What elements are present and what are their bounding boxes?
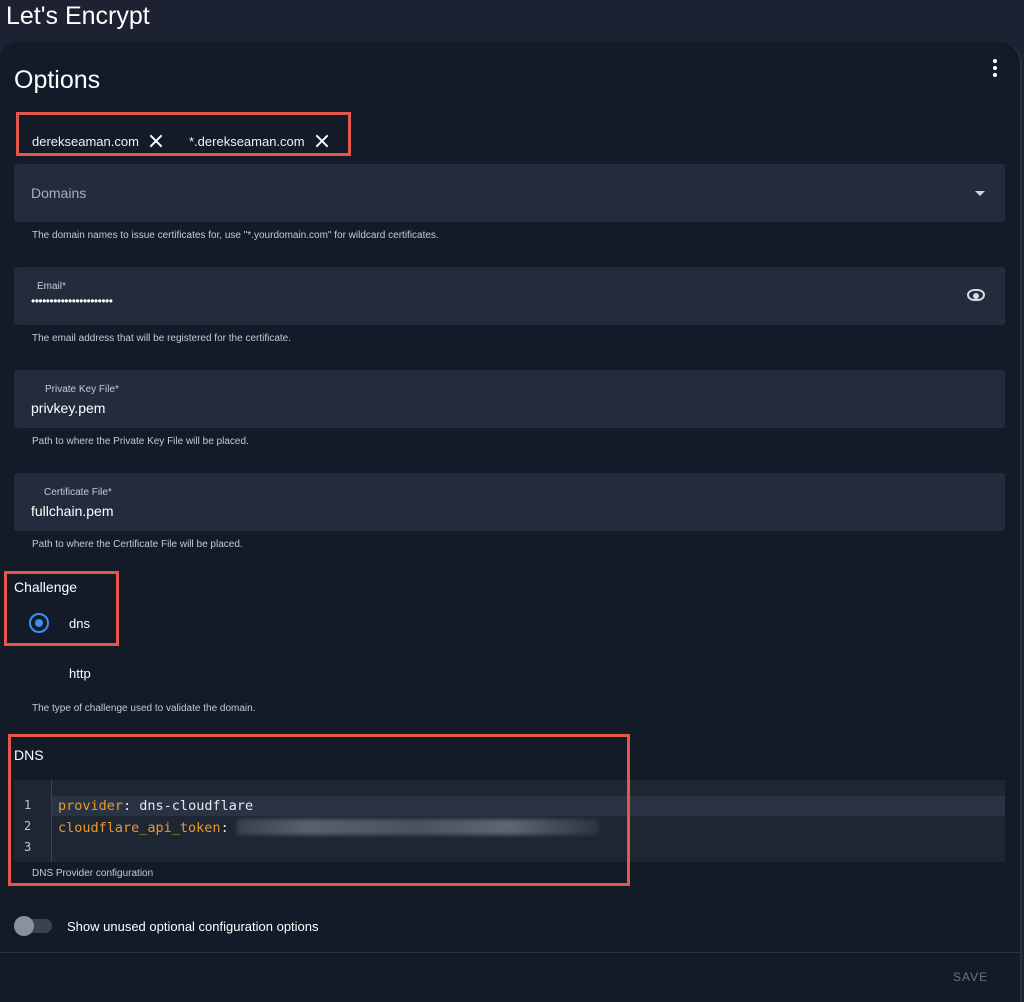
dns-title: DNS — [14, 747, 44, 763]
more-vertical-icon[interactable] — [985, 58, 1005, 78]
email-label: Email* — [37, 281, 66, 292]
radio-selected-dot — [35, 619, 43, 627]
radio-dns[interactable] — [29, 613, 49, 633]
save-button[interactable]: SAVE — [953, 970, 988, 984]
line-number: 1 — [24, 798, 32, 812]
domains-select[interactable]: Domains — [14, 164, 1005, 222]
show-unused-label[interactable]: Show unused optional configuration optio… — [67, 919, 319, 934]
card-title: Options — [14, 66, 101, 94]
yaml-sep: : — [220, 820, 237, 836]
redacted-token — [236, 819, 599, 835]
domains-placeholder: Domains — [31, 185, 87, 201]
code-line-1: provider: dns-cloudflare — [58, 798, 253, 814]
domains-helper: The domain names to issue certificates f… — [32, 230, 439, 241]
challenge-title: Challenge — [14, 579, 78, 595]
domain-chip: *.derekseaman.com — [189, 129, 329, 153]
line-number: 3 — [24, 840, 32, 854]
close-icon[interactable] — [315, 134, 329, 148]
certificate-label: Certificate File* — [44, 487, 112, 498]
domain-chip-label: derekseaman.com — [32, 133, 139, 149]
private-key-field[interactable]: Private Key File* privkey.pem — [14, 370, 1005, 428]
yaml-sep: : — [123, 798, 140, 814]
yaml-key: provider — [58, 798, 124, 814]
footer-divider — [0, 952, 1020, 953]
certificate-field[interactable]: Certificate File* fullchain.pem — [14, 473, 1005, 531]
chevron-down-icon[interactable] — [975, 191, 985, 196]
code-line-2: cloudflare_api_token: — [58, 819, 599, 836]
radio-dns-label[interactable]: dns — [69, 616, 90, 631]
domain-chip-label: *.derekseaman.com — [189, 133, 305, 149]
close-icon[interactable] — [149, 134, 163, 148]
line-gutter: 1 2 3 — [14, 780, 52, 862]
challenge-helper: The type of challenge used to validate t… — [32, 703, 256, 714]
radio-http-label[interactable]: http — [69, 666, 91, 681]
private-key-label: Private Key File* — [45, 384, 119, 395]
email-value: •••••••••••••••••••••• — [31, 294, 113, 308]
certificate-value: fullchain.pem — [31, 503, 114, 519]
options-card: Options derekseaman.com *.derekseaman.co… — [0, 42, 1022, 1002]
dns-helper: DNS Provider configuration — [32, 868, 154, 879]
eye-icon[interactable] — [967, 289, 985, 301]
yaml-value: dns-cloudflare — [139, 798, 254, 814]
certificate-helper: Path to where the Certificate File will … — [32, 539, 243, 550]
dns-code-editor[interactable]: 1 2 3 provider: dns-cloudflare cloudflar… — [14, 780, 1005, 862]
show-unused-toggle[interactable] — [14, 916, 52, 936]
line-number: 2 — [24, 819, 32, 833]
toggle-knob[interactable] — [14, 916, 34, 936]
yaml-key: cloudflare_api_token — [58, 820, 221, 836]
private-key-value: privkey.pem — [31, 400, 106, 416]
app-title: Let's Encrypt — [6, 2, 150, 30]
private-key-helper: Path to where the Private Key File will … — [32, 436, 249, 447]
email-field[interactable]: Email* •••••••••••••••••••••• — [14, 267, 1005, 325]
domain-chip: derekseaman.com — [32, 129, 163, 153]
email-helper: The email address that will be registere… — [32, 333, 292, 344]
